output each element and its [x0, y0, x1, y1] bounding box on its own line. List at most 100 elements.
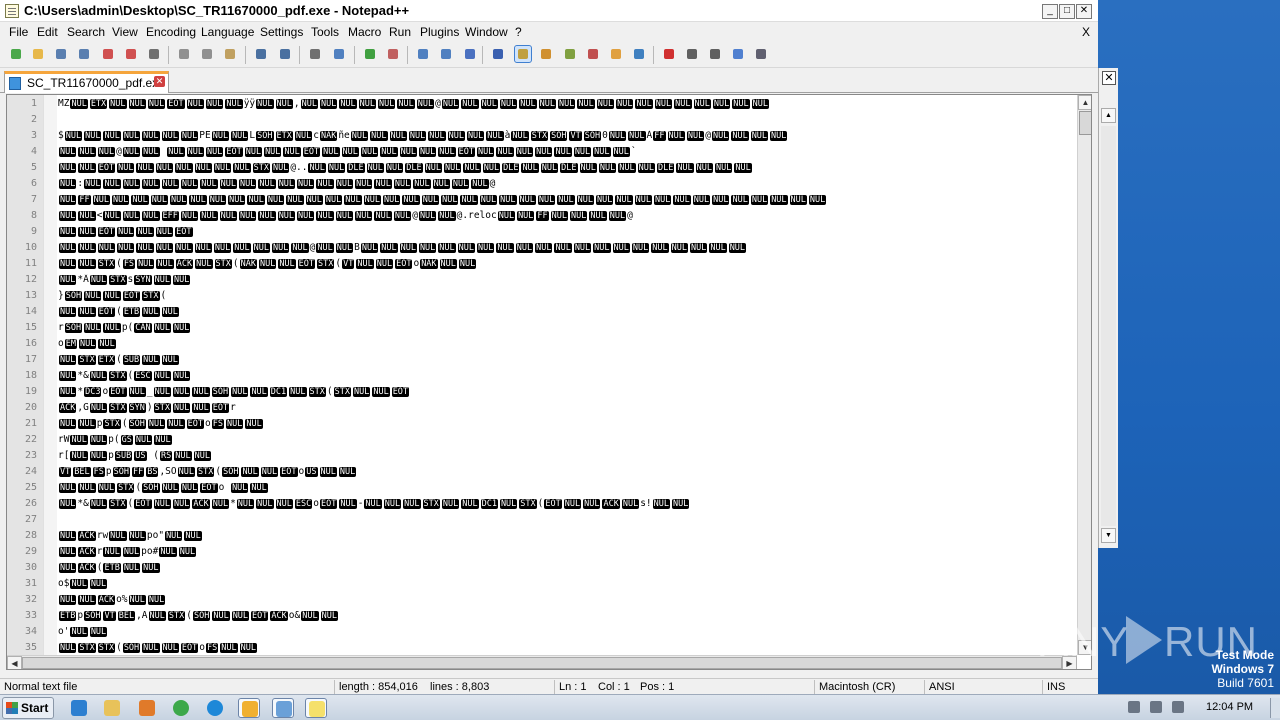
editor-line[interactable]: 2 [7, 112, 1077, 128]
menu-window[interactable]: Window [465, 25, 508, 39]
menu-help[interactable]: ? [515, 25, 522, 39]
scroll-left-arrow-icon[interactable]: ◀ [7, 656, 22, 669]
maximize-button[interactable]: □ [1059, 4, 1075, 19]
editor-line[interactable]: 5 NUL NUL EOT NUL NUL NUL NUL NUL NUL NUL STX NUL @..… [7, 160, 1077, 176]
menu-macro[interactable]: Macro [348, 25, 381, 39]
notepadpp-app-icon[interactable] [5, 4, 19, 18]
menu-run[interactable]: Run [389, 25, 411, 39]
taskbar-chrome-button[interactable] [170, 698, 192, 718]
menu-tools[interactable]: Tools [311, 25, 339, 39]
editor-line[interactable]: 7 NUL FF NUL NUL NUL NUL NUL NUL NUL NUL NUL NUL NUL N… [7, 192, 1077, 208]
taskbar-internet-explorer-button[interactable] [68, 698, 90, 718]
taskbar-edge-button[interactable] [204, 698, 226, 718]
play-macro-icon[interactable] [707, 46, 723, 62]
editor-line[interactable]: 4 NUL NUL NUL @ NUL NUL NUL NUL NUL EOT NUL NUL NUL E… [7, 144, 1077, 160]
editor-line[interactable]: 14 NUL NUL EOT(ETB NUL NUL [7, 304, 1077, 320]
editor-line[interactable]: 21 NUL NUL p STX(SOH NUL NUL EOT o FS NUL NUL [7, 416, 1077, 432]
editor-line[interactable]: 9 NUL NUL EOT NUL NUL NUL EOT [7, 224, 1077, 240]
close-document-button[interactable]: X [1082, 25, 1090, 39]
action-center-icon[interactable] [1128, 701, 1140, 713]
editor-line[interactable]: 12 NUL *Â NUL STX s SYN NUL NUL [7, 272, 1077, 288]
sync-vertical-icon[interactable] [415, 46, 431, 62]
editor-line[interactable]: 33 ETB p SOH VT BEL ,A NUL STX(SOH NUL NUL EOT ACK o&… [7, 608, 1077, 624]
editor-line[interactable]: 28 NUL ACK rw NUL NUL po" NUL NUL [7, 528, 1077, 544]
menu-view[interactable]: View [112, 25, 138, 39]
show-all-chars-icon[interactable] [490, 46, 506, 62]
menu-encoding[interactable]: Encoding [146, 25, 196, 39]
undo-icon[interactable] [253, 46, 269, 62]
editor-line[interactable]: 35 NUL STX STX(SOH NUL NUL EOT o FS NUL NUL [7, 640, 1077, 656]
editor-line[interactable]: 10 NUL NUL NUL NUL NUL NUL NUL NUL NUL NUL NUL NUL NU… [7, 240, 1077, 256]
sync-horizontal-icon[interactable] [438, 46, 454, 62]
editor-line[interactable]: 25 NUL NUL NUL STX(SOH NUL NUL EOT o NUL NUL [7, 480, 1077, 496]
network-icon[interactable] [1172, 701, 1184, 713]
editor-line[interactable]: 6 NUL: NUL NUL NUL NUL NUL NUL NUL NUL NUL NUL NUL NU… [7, 176, 1077, 192]
panel-close-icon[interactable]: ✕ [1102, 71, 1116, 85]
open-file-icon[interactable] [30, 46, 46, 62]
editor-line[interactable]: 16 o EM NUL NUL [7, 336, 1077, 352]
menu-language[interactable]: Language [201, 25, 254, 39]
editor-line[interactable]: 11 NUL NUL STX(FS NUL NUL ACK NUL STX(NAK NUL NUL E… [7, 256, 1077, 272]
stop-record-icon[interactable] [684, 46, 700, 62]
close-window-button[interactable]: ✕ [1076, 4, 1092, 19]
replace-icon[interactable] [331, 46, 347, 62]
editor-line[interactable]: 32 NUL NUL ACK o% NUL NUL [7, 592, 1077, 608]
print-icon[interactable] [146, 46, 162, 62]
editor-line[interactable]: 26 NUL *& NUL STX(EOT NUL NUL ACK NUL * NUL NUL NUL E… [7, 496, 1077, 512]
editor-line[interactable]: 23 r[NUL NUL p SUB US (RS NUL NUL [7, 448, 1077, 464]
menu-plugins[interactable]: Plugins [420, 25, 459, 39]
user-language-icon[interactable] [538, 46, 554, 62]
tab-close-icon[interactable]: ✕ [154, 76, 165, 87]
panel-scroll-down-icon[interactable]: ▼ [1101, 528, 1116, 543]
vertical-scrollbar[interactable]: ▲ ▼ [1077, 95, 1091, 655]
minimize-button[interactable]: _ [1042, 4, 1058, 19]
save-macro-icon[interactable] [753, 46, 769, 62]
taskbar-media-player-button[interactable] [136, 698, 158, 718]
scroll-up-arrow-icon[interactable]: ▲ [1078, 95, 1091, 110]
editor-line[interactable]: 15 r SOH NUL NUL p(CAN NUL NUL [7, 320, 1077, 336]
editor-line[interactable]: 13} SOH NUL NUL EOT STX( [7, 288, 1077, 304]
paste-icon[interactable] [222, 46, 238, 62]
function-list-icon[interactable] [585, 46, 601, 62]
title-bar[interactable]: C:\Users\admin\Desktop\SC_TR11670000_pdf… [0, 0, 1098, 22]
word-wrap-icon[interactable] [462, 46, 478, 62]
editor-line[interactable]: 3 $ NUL NUL NUL NUL NUL NUL NUL PE NUL NUL L SOH ETX NU… [7, 128, 1077, 144]
record-macro-icon[interactable] [661, 46, 677, 62]
start-button[interactable]: Start [2, 697, 54, 719]
editor-line[interactable]: 8 NUL NUL < NUL NUL NUL EFF NUL NUL NUL NUL NUL NUL NU… [7, 208, 1077, 224]
menu-edit[interactable]: Edit [37, 25, 58, 39]
speaker-icon[interactable] [1150, 701, 1162, 713]
taskbar-file-explorer-button[interactable] [101, 698, 123, 718]
editor-line[interactable]: 20 ACK ,G NUL STX SYN) STX NUL NUL EOT r [7, 400, 1077, 416]
editor-line[interactable]: 18 NUL *& NUL STX(ESC NUL NUL [7, 368, 1077, 384]
taskbar-notepad-button[interactable] [272, 698, 294, 718]
menu-file[interactable]: File [9, 25, 28, 39]
vertical-scroll-thumb[interactable] [1079, 111, 1091, 135]
status-encoding[interactable]: ANSI [924, 680, 1042, 695]
show-desktop-button[interactable] [1270, 698, 1280, 718]
menu-settings[interactable]: Settings [260, 25, 303, 39]
tab-sc-tr11670000[interactable]: SC_TR11670000_pdf.exe ✕ [4, 71, 169, 93]
editor-line[interactable]: 17 NUL STX ETX(SUB NUL NUL [7, 352, 1077, 368]
editor-line[interactable]: 34 o' NUL NUL [7, 624, 1077, 640]
save-icon[interactable] [53, 46, 69, 62]
status-eol[interactable]: Macintosh (CR) [814, 680, 924, 695]
horizontal-scroll-thumb[interactable] [22, 657, 1062, 669]
editor-line[interactable]: 27 [7, 512, 1077, 528]
editor-line[interactable]: 22 rW NUL NUL p(GS NUL NUL [7, 432, 1077, 448]
close-icon[interactable] [100, 46, 116, 62]
monitoring-icon[interactable] [631, 46, 647, 62]
cut-icon[interactable] [176, 46, 192, 62]
run-macro-multiple-icon[interactable] [730, 46, 746, 62]
zoom-in-icon[interactable] [362, 46, 378, 62]
taskbar-notepadpp-button[interactable] [305, 698, 327, 718]
editor-line[interactable]: 31 o$ NUL NUL [7, 576, 1077, 592]
editor-line[interactable]: 30 NUL ACK(ETB NUL NUL [7, 560, 1077, 576]
find-icon[interactable] [307, 46, 323, 62]
new-file-icon[interactable] [8, 46, 24, 62]
panel-scroll-track[interactable] [1101, 126, 1116, 526]
folder-workspace-icon[interactable] [608, 46, 624, 62]
clock[interactable]: 12:04 PM [1206, 701, 1253, 713]
close-all-icon[interactable] [123, 46, 139, 62]
editor-line[interactable]: 1 MZ NUL ETX NUL NUL NUL EOT NUL NUL NUL ÿÿ NUL NUL, N… [7, 96, 1077, 112]
